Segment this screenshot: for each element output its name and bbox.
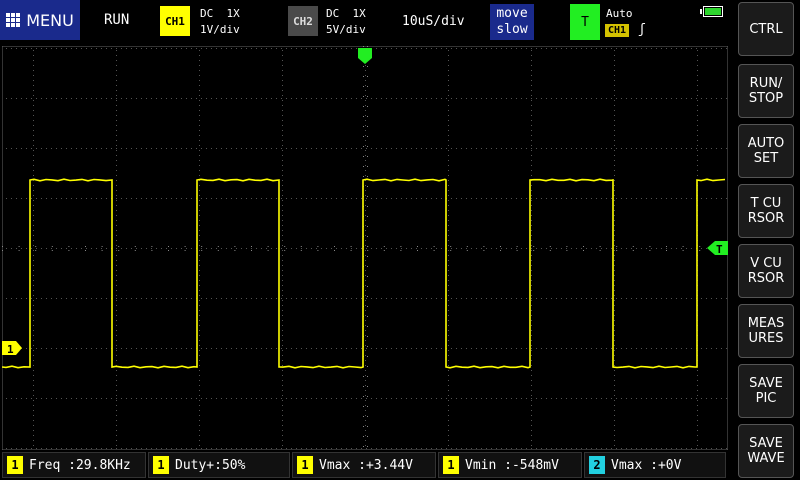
run-status[interactable]: RUN <box>104 12 129 28</box>
ctrl-button[interactable]: CTRL <box>738 2 794 56</box>
menu-button[interactable]: MENU <box>0 0 80 40</box>
measurement-label: Freq : <box>29 457 76 473</box>
rising-edge-icon: ʃ <box>638 22 646 37</box>
menu-label: MENU <box>26 10 74 30</box>
battery-icon <box>700 6 723 17</box>
ch1-button[interactable]: CH1 <box>160 6 190 36</box>
ch1-coupling: DC 1X <box>200 7 240 20</box>
channel-badge: 1 <box>153 456 169 474</box>
measurement-value: +3.44V <box>365 457 413 473</box>
waveform-display[interactable]: 1 T <box>2 46 728 450</box>
trigger-button[interactable]: T <box>570 4 600 40</box>
save-pic-button[interactable]: SAVE PIC <box>738 364 794 418</box>
measurement-value: 50% <box>221 457 246 473</box>
measurement-vmin-ch1[interactable]: 1 Vmin : -548mV <box>438 452 582 478</box>
measurement-label: Vmax : <box>319 457 366 473</box>
measurement-vmax-ch1[interactable]: 1 Vmax : +3.44V <box>292 452 436 478</box>
measurement-value: -548mV <box>511 457 559 473</box>
move-speed-button[interactable]: move slow <box>490 4 534 40</box>
auto-set-button[interactable]: AUTO SET <box>738 124 794 178</box>
ch1-marker-label: 1 <box>7 343 14 356</box>
time-cursor-button[interactable]: T CU RSOR <box>738 184 794 238</box>
side-panel: CTRL RUN/ STOP AUTO SET T CU RSOR V CU R… <box>738 0 800 480</box>
measures-button[interactable]: MEAS URES <box>738 304 794 358</box>
ch1-settings[interactable]: DC 1X 1V/div <box>200 6 240 38</box>
channel-badge: 1 <box>7 456 23 474</box>
ch1-scale: 1V/div <box>200 23 240 36</box>
run-stop-button[interactable]: RUN/ STOP <box>738 64 794 118</box>
measurement-label: Duty+: <box>175 457 222 473</box>
ch2-coupling: DC 1X <box>326 7 366 20</box>
channel-badge: 1 <box>443 456 459 474</box>
measurement-freq[interactable]: 1 Freq : 29.8KHz <box>2 452 146 478</box>
measurement-duty[interactable]: 1 Duty+: 50% <box>148 452 290 478</box>
measurement-vmax-ch2[interactable]: 2 Vmax : +0V <box>584 452 726 478</box>
speed-label: slow <box>496 22 528 37</box>
ch2-scale: 5V/div <box>326 23 366 36</box>
trigger-source[interactable]: CH1 <box>605 24 630 37</box>
ch2-settings[interactable]: DC 1X 5V/div <box>326 6 366 38</box>
measurement-value: 29.8KHz <box>75 457 131 473</box>
measurement-value: +0V <box>657 457 682 473</box>
channel-badge: 1 <box>297 456 313 474</box>
ch2-button[interactable]: CH2 <box>288 6 318 36</box>
save-wave-button[interactable]: SAVE WAVE <box>738 424 794 478</box>
channel-badge: 2 <box>589 456 605 474</box>
menu-grid-icon <box>6 13 21 27</box>
voltage-cursor-button[interactable]: V CU RSOR <box>738 244 794 298</box>
timebase-setting[interactable]: 10uS/div <box>402 14 465 29</box>
measurement-label: Vmin : <box>465 457 512 473</box>
move-label: move <box>496 6 528 21</box>
trigger-mode[interactable]: Auto <box>606 7 633 20</box>
trigger-level-label: T <box>716 243 723 256</box>
measurement-label: Vmax : <box>611 457 658 473</box>
